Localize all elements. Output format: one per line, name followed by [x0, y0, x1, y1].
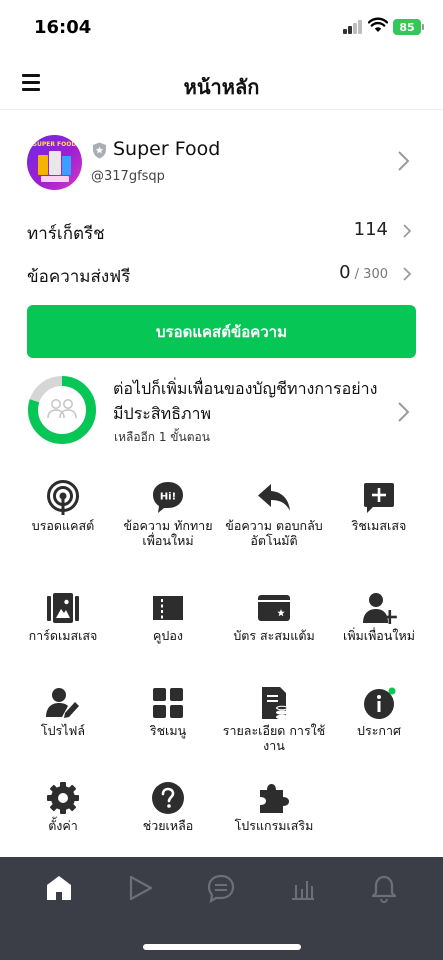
menu-rich-menu-label: ริชเมนู — [149, 723, 187, 738]
menu-auto-reply-label: ข้อความ ตอบกลับ อัตโนมัติ — [225, 518, 323, 548]
chevron-right-icon — [398, 151, 410, 171]
friends-icon — [47, 399, 77, 419]
broadcast-message-button[interactable]: บรอดแคสต์ข้อความ — [27, 305, 416, 358]
reward-card-icon — [258, 595, 290, 621]
add-friend-icon — [363, 593, 397, 624]
messages-limit: / 300 — [350, 267, 388, 282]
wifi-icon — [368, 17, 388, 32]
gear-icon — [47, 782, 79, 814]
setup-progress-card[interactable]: ต่อไปก็เพิ่มเพื่อนของบัญชีทางการอย่างมีป… — [0, 372, 443, 454]
grid-icon — [153, 688, 183, 718]
menu-reward-card-label: บัตร สะสมแต้ม — [233, 628, 315, 643]
menu-profile-label: โปรไฟล์ — [40, 723, 86, 738]
page-title: หน้าหลัก — [183, 75, 260, 99]
reply-arrow-icon — [258, 484, 290, 511]
target-reach-row[interactable]: ทาร์เก็ตรีช 114 — [0, 210, 443, 250]
status-time: 16:04 — [34, 17, 92, 38]
message-plus-icon — [364, 483, 394, 513]
menu-greeting-label: ข้อความ ทักทาย เพื่อนใหม่ — [123, 518, 213, 548]
puzzle-icon — [260, 784, 289, 813]
profile-edit-icon — [46, 688, 79, 718]
progress-ring — [28, 376, 96, 444]
menu-add-friends-label: เพิ่มเพื่อนใหม่ — [343, 628, 415, 643]
hi-chat-icon: Hi! — [153, 482, 183, 513]
account-name: Super Food — [113, 138, 221, 160]
menu-addons-label: โปรแกรมเสริม — [234, 818, 314, 833]
chevron-right-icon — [403, 267, 412, 281]
bell-icon[interactable] — [369, 873, 399, 903]
help-icon — [152, 782, 184, 814]
shield-badge-icon — [93, 142, 106, 159]
menu-rich-message-label: ริชเมสเสจ — [351, 518, 407, 533]
usage-doc-icon — [262, 687, 288, 720]
status-bar: 16:04 85 — [0, 0, 443, 56]
battery-icon: 85 — [393, 19, 424, 35]
home-icon[interactable] — [44, 873, 74, 903]
progress-title: ต่อไปก็เพิ่มเพื่อนของบัญชีทางการอย่างมีป… — [113, 379, 378, 423]
avatar: SUPER FOOD — [27, 135, 82, 190]
menu-announcement-label: ประกาศ — [357, 723, 401, 738]
free-messages-value: 0 / 300 — [339, 262, 388, 283]
account-id: @317gfsqp — [91, 169, 165, 184]
svg-text:Hi!: Hi! — [160, 492, 176, 503]
chat-icon[interactable] — [206, 873, 236, 903]
battery-level: 85 — [399, 20, 415, 34]
free-messages-label: ข้อความส่งฟรี — [27, 267, 131, 287]
menu-help-label: ช่วยเหลือ — [142, 818, 194, 833]
free-messages-row[interactable]: ข้อความส่งฟรี 0 / 300 — [0, 253, 443, 293]
stats-icon[interactable] — [288, 873, 318, 903]
menu-usage-label: รายละเอียด การใช้งาน — [222, 723, 326, 753]
menu-settings-label: ตั้งค่า — [48, 818, 78, 833]
target-reach-value: 114 — [353, 219, 388, 240]
broadcast-icon — [47, 480, 79, 515]
chat-play-icon[interactable] — [125, 873, 155, 903]
target-reach-label: ทาร์เก็ตรีช — [27, 224, 105, 244]
chevron-right-icon — [398, 402, 410, 422]
progress-subtitle: เหลืออีก 1 ขั้นตอน — [114, 430, 210, 444]
info-icon — [364, 687, 396, 719]
menu-coupon-label: คูปอง — [153, 628, 183, 643]
coupon-icon — [153, 596, 183, 620]
chevron-right-icon — [403, 224, 412, 238]
avatar-brand-text: SUPER FOOD — [32, 141, 77, 148]
account-card[interactable]: SUPER FOOD Super Food @317gfsqp — [0, 126, 443, 198]
top-nav: หน้าหลัก — [0, 56, 443, 110]
messages-used: 0 — [339, 262, 351, 283]
home-indicator[interactable] — [143, 944, 301, 950]
menu-broadcast-label: บรอดแคสต์ — [31, 518, 95, 533]
menu-card-message-label: การ์ดเมสเสจ — [28, 628, 98, 643]
notification-dot — [388, 687, 396, 695]
signal-icon — [343, 20, 363, 34]
card-stack-icon — [47, 593, 79, 623]
